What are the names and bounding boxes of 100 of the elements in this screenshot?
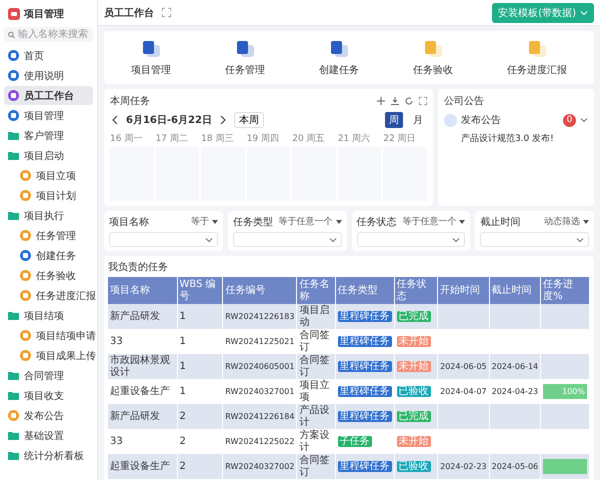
progress-text: 100% <box>562 386 586 398</box>
status-tag: 已完成 <box>396 310 431 322</box>
caret-icon <box>583 220 589 224</box>
refresh-icon[interactable] <box>404 97 413 105</box>
table-cell: 2024-06-05 <box>438 354 490 379</box>
search-icon <box>8 30 16 38</box>
avatar-icon <box>444 114 457 126</box>
chevron-down-icon <box>576 236 584 244</box>
sidebar-item[interactable]: 项目启动 <box>4 146 93 165</box>
notice-author: 发布公告 <box>460 114 501 127</box>
column-header[interactable]: 项目名称 <box>108 277 178 304</box>
status-tag: 已完成 <box>396 410 431 422</box>
sidebar-item[interactable]: 统计分析看板 <box>4 446 93 465</box>
table-cell: 2 <box>177 454 223 479</box>
shortcut-button[interactable]: 项目管理 <box>125 39 177 78</box>
sidebar-item[interactable]: 项目执行 <box>4 206 93 225</box>
table-cell: 2024-02-23 <box>438 454 490 479</box>
sidebar-item[interactable]: 发布公告 <box>4 406 93 425</box>
sidebar-item[interactable]: 项目立项 <box>4 166 93 185</box>
column-header[interactable]: 任务名称 <box>296 277 336 304</box>
sidebar-item[interactable]: 任务进度汇报 <box>4 286 93 305</box>
sidebar-item[interactable]: 创建任务 <box>4 246 93 265</box>
column-header[interactable]: 任务编号 <box>222 277 297 304</box>
shortcut-button[interactable]: 任务验收 <box>407 39 459 78</box>
table-cell: RW20240605001 <box>222 354 297 379</box>
table-cell: 33 <box>108 429 178 454</box>
day-label: 16 周一 <box>110 133 144 145</box>
card-title: 公司公告 <box>444 94 485 108</box>
operator-dropdown[interactable]: 等于 <box>190 215 218 229</box>
column-header[interactable]: 任务状态 <box>394 277 438 304</box>
filter-label: 项目名称 <box>109 216 149 229</box>
sidebar-item[interactable]: 合同管理 <box>4 366 93 385</box>
sidebar-item[interactable]: 项目计划 <box>4 186 93 205</box>
sidebar-item[interactable]: 使用说明 <box>4 66 93 85</box>
sidebar-item[interactable]: 基础设置 <box>4 426 93 445</box>
card-title: 本周任务 <box>110 94 150 108</box>
table-cell: 2024-05-06 <box>489 454 541 479</box>
app-title: 项目管理 <box>24 8 64 21</box>
view-tab[interactable]: 周 <box>384 112 403 128</box>
page-title: 员工工作台 <box>104 6 154 20</box>
table-cell: 1 <box>177 329 223 354</box>
table-cell: RW20241225022 <box>222 429 297 454</box>
folder-icon <box>8 431 19 440</box>
table-cell: 2024-04-23 <box>489 379 541 404</box>
folder-icon <box>8 451 19 460</box>
sidebar-item[interactable]: 任务验收 <box>4 266 93 285</box>
status-tag: 已验收 <box>396 460 431 472</box>
table-cell: 产品设计 <box>296 404 336 429</box>
search-field[interactable]: 输入名称来搜索 <box>4 27 93 42</box>
task-type-tag: 子任务 <box>338 436 372 448</box>
operator-dropdown[interactable]: 动态筛选 <box>544 215 589 229</box>
operator-dropdown[interactable]: 等于任意一个 <box>278 215 342 229</box>
table-cell: RW20240327002 <box>222 454 297 479</box>
sidebar-item[interactable]: 任务管理 <box>4 226 93 245</box>
shortcut-button[interactable]: 任务进度汇报 <box>501 39 573 78</box>
column-header[interactable]: 任务类型 <box>335 277 394 304</box>
sidebar-item[interactable]: 客户管理 <box>4 126 93 145</box>
shortcut-button[interactable]: 任务管理 <box>219 39 271 78</box>
status-tag: 未开始 <box>396 436 431 448</box>
chevron-down-icon <box>580 8 588 16</box>
table-cell: 项目启动 <box>296 304 336 329</box>
table-cell: 2 <box>177 429 223 454</box>
status-tag: 已验收 <box>396 386 431 398</box>
column-header[interactable]: 开始时间 <box>438 277 490 304</box>
table-cell: RW20241226184 <box>222 404 297 429</box>
download-icon[interactable] <box>390 97 399 105</box>
day-label: 21 周六 <box>338 132 372 145</box>
column-header[interactable]: WBS 编号 <box>177 277 223 304</box>
folder-icon <box>8 211 19 220</box>
table-cell: 新产品研发 <box>108 304 178 329</box>
task-type-tag: 里程碑任务 <box>338 460 392 472</box>
sidebar-item[interactable]: 员工工作台 <box>4 86 93 105</box>
fullscreen-icon[interactable] <box>418 97 427 105</box>
sidebar-item[interactable]: 项目收支 <box>4 386 93 405</box>
chevron-down-icon <box>328 236 336 244</box>
shortcut-button[interactable]: 创建任务 <box>313 39 365 78</box>
day-label: 20 周五 <box>292 133 326 145</box>
day-label: 17 周二 <box>156 133 189 145</box>
table-title: 我负责的任务 <box>108 260 169 274</box>
filter-label: 任务状态 <box>356 216 396 229</box>
add-icon[interactable] <box>376 97 385 105</box>
view-tab[interactable]: 月 <box>408 112 427 128</box>
next-week-button[interactable] <box>218 114 228 126</box>
this-week-button[interactable]: 本周 <box>234 112 264 128</box>
previous-week-button[interactable] <box>110 114 120 126</box>
chevron-down-icon <box>452 236 460 244</box>
table-cell: 2024-04-07 <box>438 379 490 404</box>
task-type-tag: 里程碑任务 <box>338 360 392 372</box>
sidebar-item[interactable]: 项目结项 <box>4 306 93 325</box>
table-cell: 起重设备生产 <box>108 379 178 404</box>
day-label: 22 周日 <box>383 133 417 145</box>
fullscreen-icon[interactable] <box>162 8 171 17</box>
column-header[interactable]: 任务进度% <box>540 277 590 304</box>
operator-dropdown[interactable]: 等于任意一个 <box>402 215 466 229</box>
sidebar-item[interactable]: 项目结项申请 <box>4 326 93 345</box>
sidebar-item[interactable]: 首页 <box>4 46 93 65</box>
table-cell: RW20241226183 <box>222 304 297 329</box>
sidebar-item[interactable]: 项目管理 <box>4 106 93 125</box>
table-cell: 2 <box>177 404 223 429</box>
column-header[interactable]: 截止时间 <box>489 277 541 304</box>
